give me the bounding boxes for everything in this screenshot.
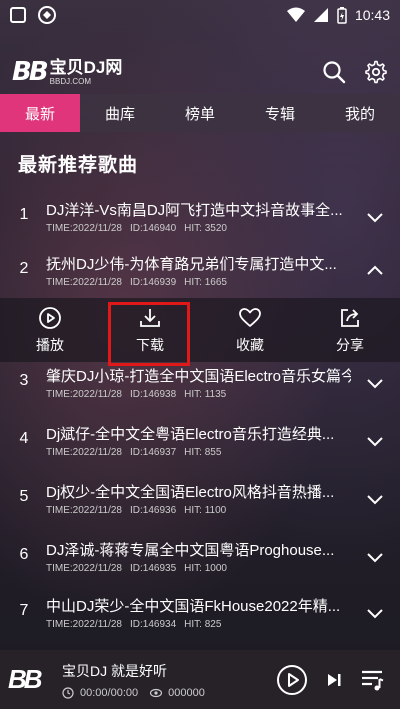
song-actions-bar: 播放 下载 收藏 分享 (0, 298, 400, 362)
song-time: TIME:2022/11/28 (46, 389, 122, 400)
song-row[interactable]: 3 肇庆DJ小琼-打造全中文国语Electro音乐女篇今... TIME:202… (0, 360, 400, 420)
song-time: TIME:2022/11/28 (46, 447, 122, 458)
song-time: TIME:2022/11/28 (46, 619, 122, 630)
play-button-icon[interactable] (276, 664, 308, 696)
favorite-action-button[interactable]: 收藏 (200, 298, 300, 362)
chevron-down-icon[interactable] (366, 490, 384, 508)
tab-charts[interactable]: 榜单 (160, 94, 240, 132)
song-time: TIME:2022/11/28 (46, 277, 122, 288)
mini-player: BB 宝贝DJ 就是好听 00:00/00:00 000000 (0, 650, 400, 709)
favorite-action-label: 收藏 (236, 336, 264, 353)
song-id: ID:146937 (129, 447, 177, 458)
song-hit: HIT: 825 (184, 619, 222, 630)
song-title: Dj斌仔-全中文全粤语Electro音乐打造经典... (46, 426, 335, 443)
song-number: 4 (19, 430, 29, 447)
download-icon (140, 308, 160, 327)
song-id: ID:146935 (129, 563, 177, 574)
playback-time: 00:00/00:00 (80, 686, 139, 699)
settings-gear-icon[interactable] (364, 60, 388, 84)
download-action-label: 下载 (136, 336, 164, 353)
signal-icon (313, 8, 328, 22)
song-number: 6 (19, 546, 29, 563)
song-title: Dj权少-全中文全国语Electro风格抖音热播... (46, 484, 335, 501)
play-action-button[interactable]: 播放 (0, 298, 100, 362)
share-action-label: 分享 (336, 336, 364, 353)
main-tabs: 最新 曲库 榜单 专辑 我的 (0, 94, 400, 132)
song-row[interactable]: 4 Dj斌仔-全中文全粤语Electro音乐打造经典... TIME:2022/… (0, 418, 400, 478)
battery-icon (337, 6, 347, 24)
section-title: 最新推荐歌曲 (18, 155, 139, 176)
play-count: 000000 (168, 686, 205, 699)
song-number: 2 (19, 260, 29, 277)
song-row[interactable]: 6 DJ泽诚-蒋蒋专属全中文国粤语Proghouse... TIME:2022/… (0, 534, 400, 594)
heart-icon (239, 307, 261, 327)
share-action-button[interactable]: 分享 (300, 298, 400, 362)
share-icon (341, 308, 359, 327)
clock: 10:43 (354, 7, 390, 23)
chevron-down-icon[interactable] (366, 604, 384, 622)
next-track-icon[interactable] (324, 670, 344, 690)
song-number: 3 (19, 372, 29, 389)
chevron-up-icon[interactable] (366, 262, 384, 280)
tab-albums[interactable]: 专辑 (240, 94, 320, 132)
status-bar: 10:43 (0, 0, 400, 30)
song-time: TIME:2022/11/28 (46, 223, 122, 234)
chevron-down-icon[interactable] (366, 548, 384, 566)
song-row[interactable]: 5 Dj权少-全中文全国语Electro风格抖音热播... TIME:2022/… (0, 476, 400, 536)
download-action-button[interactable]: 下载 (100, 298, 200, 362)
song-title: 肇庆DJ小琼-打造全中文国语Electro音乐女篇今... (46, 368, 351, 385)
brand-logo: BB 宝贝DJ网 BBDJ.COM (12, 57, 122, 87)
app-header: BB 宝贝DJ网 BBDJ.COM (0, 50, 400, 94)
now-playing-title: 宝贝DJ 就是好听 (62, 662, 167, 679)
song-id: ID:146939 (129, 277, 177, 288)
logo-mark: BB (12, 57, 49, 87)
song-title: 中山DJ荣少-全中文国语FkHouse2022年精... (46, 598, 341, 615)
player-logo: BB (8, 664, 43, 694)
brand-domain: BBDJ.COM (49, 76, 91, 86)
song-title: 抚州DJ少伟-为体育路兄弟们专属打造中文... (46, 256, 337, 273)
wifi-icon (286, 7, 305, 22)
song-hit: HIT: 1665 (184, 277, 227, 288)
play-circle-icon (39, 306, 61, 329)
song-hit: HIT: 855 (184, 447, 222, 458)
song-hit: HIT: 1135 (184, 389, 227, 400)
song-number: 5 (19, 488, 29, 505)
eye-icon (150, 688, 163, 697)
song-id: ID:146934 (129, 619, 177, 630)
search-icon[interactable] (322, 60, 346, 84)
song-hit: HIT: 1000 (184, 563, 227, 574)
song-title: DJ泽诚-蒋蒋专属全中文国粤语Proghouse... (46, 542, 335, 559)
android-icon (38, 6, 56, 24)
song-row[interactable]: 7 中山DJ荣少-全中文国语FkHouse2022年精... TIME:2022… (0, 590, 400, 650)
song-time: TIME:2022/11/28 (46, 505, 122, 516)
song-number: 7 (19, 602, 29, 619)
tab-latest[interactable]: 最新 (0, 94, 80, 132)
song-id: ID:146938 (129, 389, 177, 400)
chevron-down-icon[interactable] (366, 432, 384, 450)
tab-mine[interactable]: 我的 (320, 94, 400, 132)
app-notification-icon (10, 7, 26, 23)
song-hit: HIT: 3520 (184, 223, 227, 234)
playlist-icon[interactable] (360, 667, 386, 693)
clock-icon (62, 686, 74, 699)
song-id: ID:146936 (129, 505, 177, 516)
song-title: DJ洋洋-Vs南昌DJ阿飞打造中文抖音故事全... (46, 202, 343, 219)
chevron-down-icon[interactable] (366, 374, 384, 392)
brand-name: 宝贝DJ网 (49, 57, 123, 77)
song-time: TIME:2022/11/28 (46, 563, 122, 574)
song-id: ID:146940 (129, 223, 177, 234)
song-hit: HIT: 1100 (184, 505, 227, 516)
tab-library[interactable]: 曲库 (80, 94, 160, 132)
song-row[interactable]: 1 DJ洋洋-Vs南昌DJ阿飞打造中文抖音故事全... TIME:2022/11… (0, 194, 400, 254)
play-action-label: 播放 (36, 336, 64, 353)
song-number: 1 (19, 206, 29, 223)
chevron-down-icon[interactable] (366, 208, 384, 226)
